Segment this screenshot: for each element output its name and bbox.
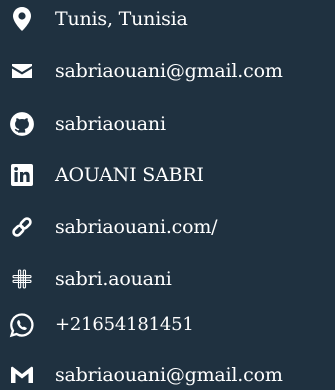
website-link[interactable]: sabriaouani.com/ (55, 216, 218, 238)
slack-icon (8, 265, 36, 293)
map-pin-icon (8, 5, 36, 33)
gmail-link[interactable]: sabriaouani@gmail.com (55, 364, 283, 386)
linkedin-link[interactable]: AOUANI SABRI (55, 164, 204, 186)
contact-location: Tunis, Tunisia (0, 4, 335, 34)
gmail-icon (8, 361, 36, 389)
contact-github[interactable]: sabriaouani (0, 109, 335, 139)
contact-list: Tunis, Tunisia sabriaouani@gmail.com sab… (0, 0, 335, 390)
link-icon (8, 213, 36, 241)
contact-email[interactable]: sabriaouani@gmail.com (0, 56, 335, 86)
github-link[interactable]: sabriaouani (55, 113, 166, 135)
contact-whatsapp[interactable]: +21654181451 (0, 310, 335, 340)
contact-linkedin[interactable]: AOUANI SABRI (0, 160, 335, 190)
whatsapp-number[interactable]: +21654181451 (55, 314, 194, 336)
location-text: Tunis, Tunisia (55, 8, 188, 30)
contact-slack[interactable]: sabri.aouani (0, 264, 335, 294)
contact-gmail[interactable]: sabriaouani@gmail.com (0, 360, 335, 390)
slack-handle[interactable]: sabri.aouani (55, 268, 172, 290)
github-icon (8, 110, 36, 138)
linkedin-icon (8, 161, 36, 189)
email-link[interactable]: sabriaouani@gmail.com (55, 60, 283, 82)
whatsapp-icon (8, 311, 36, 339)
contact-website[interactable]: sabriaouani.com/ (0, 212, 335, 242)
envelope-icon (8, 57, 36, 85)
